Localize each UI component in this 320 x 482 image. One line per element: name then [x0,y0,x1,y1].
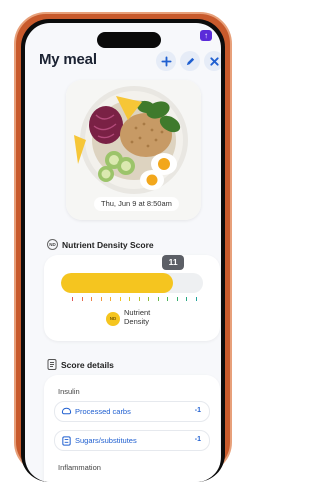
score-details-card: Insulin Processed carbs -1 Sugars/substi… [44,375,220,482]
score-bar-track [61,273,203,293]
app-screen: ↑ My meal Thu, Jun 9 at 8:50am ND Nutrie… [25,23,221,482]
scale-tick [81,297,83,301]
score-scale-ticks [72,297,197,302]
scale-tick [186,297,188,301]
add-button[interactable] [156,51,176,71]
edit-button[interactable] [180,51,200,71]
scale-tick [91,297,93,301]
page-title: My meal [39,51,97,68]
scale-tick [176,297,178,301]
phone-frame: ↑ My meal Thu, Jun 9 at 8:50am ND Nutrie… [14,12,232,482]
nutrient-density-title: Nutrient Density Score [62,240,154,250]
close-icon [209,56,219,66]
score-item-label: Processed carbs [75,407,131,416]
scale-tick [195,297,197,301]
plus-icon [160,55,172,67]
status-badge: ↑ [200,30,212,41]
scale-tick [110,297,112,301]
score-item-value: -1 [194,407,201,414]
nutrient-density-legend-icon: ND [106,312,120,326]
score-details-title: Score details [61,360,114,370]
score-item-value: -1 [194,436,201,443]
score-item-label: Sugars/substitutes [75,436,137,445]
legend-line-2: Density [124,316,150,326]
document-icon [47,359,57,370]
nutrient-density-legend: Nutrient Density [124,308,150,326]
scale-tick [148,297,150,301]
score-value: 11 [162,255,185,270]
sugar-icon [62,436,71,446]
scale-tick [157,297,159,301]
insulin-label: Insulin [58,387,80,396]
meal-timestamp: Thu, Jun 9 at 8:50am [94,197,179,211]
nutrient-density-card: 11 ND Nutrient Density [44,255,220,341]
nutrient-density-icon: ND [47,239,58,250]
scale-tick [72,297,73,301]
score-item-sugars[interactable]: Sugars/substitutes -1 [54,430,210,451]
scale-tick [138,297,140,301]
scale-tick [100,297,102,301]
score-item-processed-carbs[interactable]: Processed carbs -1 [54,401,210,422]
header: My meal [39,51,221,73]
inflammation-label: Inflammation [58,463,101,472]
scale-tick [129,297,131,301]
phone-bezel: ↑ My meal Thu, Jun 9 at 8:50am ND Nutrie… [21,19,225,482]
meal-photo-card[interactable]: Thu, Jun 9 at 8:50am [66,80,201,220]
dynamic-island [97,32,161,48]
bread-icon [61,407,72,415]
scale-tick [119,297,121,301]
score-bar-fill [61,273,174,293]
pencil-icon [186,57,194,65]
close-button[interactable] [204,51,221,71]
scale-tick [167,297,169,301]
